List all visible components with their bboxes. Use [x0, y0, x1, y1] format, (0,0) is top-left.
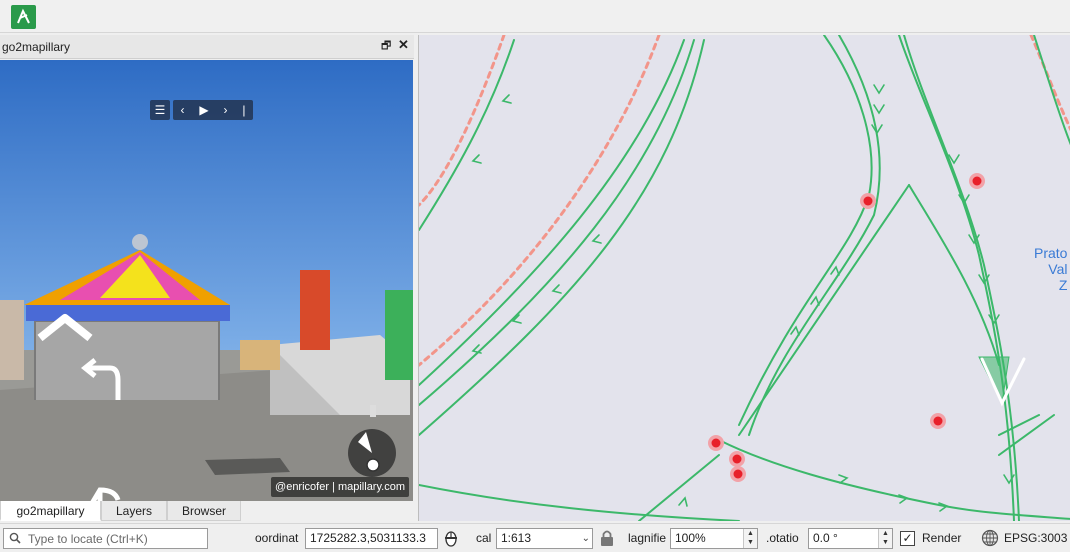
dock-title-bar: go2mapillary 🗗 ✕ — [0, 35, 414, 59]
scale-select[interactable]: 1:613 ⌄ — [496, 528, 593, 549]
status-bar: oordinat 1725282.3,5031133.3 cal 1:613 ⌄… — [0, 523, 1070, 552]
tab-browser[interactable]: Browser — [167, 501, 241, 521]
close-icon[interactable]: ✕ — [398, 38, 410, 52]
down-arrow-icon[interactable]: ▼ — [879, 538, 892, 547]
magnifier-spinner[interactable]: ▲ ▼ — [743, 529, 757, 548]
street-view-image[interactable]: ☰ ‹ ▶ › | @enricofer | mapillary.com — [0, 60, 413, 501]
viewer-menu-button[interactable]: ☰ — [150, 100, 170, 120]
magnifier-label: lagnifie — [628, 531, 667, 545]
dock-tab-bar: go2mapillary Layers Browser — [0, 501, 414, 521]
crs-button[interactable]: EPSG:3003 — [1004, 531, 1067, 545]
magnifier-value: 100% — [675, 531, 706, 545]
search-icon — [9, 532, 21, 544]
main-toolbar — [0, 0, 1070, 33]
globe-icon[interactable] — [981, 529, 999, 547]
viewer-sequence-controls: ‹ ▶ › | — [173, 100, 253, 120]
search-input[interactable] — [28, 531, 204, 547]
coordinate-label: oordinat — [255, 531, 299, 545]
down-arrow-icon[interactable]: ▼ — [744, 538, 757, 547]
tab-go2mapillary[interactable]: go2mapillary — [0, 501, 101, 521]
tab-layers[interactable]: Layers — [101, 501, 167, 521]
rotation-label: .otatio — [766, 531, 799, 545]
dock-title: go2mapillary — [2, 40, 71, 54]
place-label-line: Val — [1048, 261, 1068, 277]
float-window-icon[interactable]: 🗗 — [381, 39, 393, 53]
scale-label: cal — [476, 531, 492, 545]
coordinate-field[interactable]: 1725282.3,5031133.3 — [305, 528, 438, 549]
up-arrow-icon[interactable]: ▲ — [744, 529, 757, 538]
chevron-down-icon: ⌄ — [581, 533, 590, 544]
map-place-label: Prato Val Z — [1034, 245, 1067, 293]
rotation-field[interactable]: 0.0 ° ▲ ▼ — [808, 528, 893, 549]
map-canvas[interactable]: Prato Val Z — [418, 35, 1070, 521]
viewer-navigation: ☰ ‹ ▶ › | — [150, 100, 253, 120]
lock-icon[interactable] — [599, 529, 615, 547]
next-image-button[interactable]: › — [224, 100, 228, 120]
scale-value: 1:613 — [501, 531, 532, 545]
magnifier-field[interactable]: 100% ▲ ▼ — [670, 528, 758, 549]
place-label-line: Z — [1058, 277, 1068, 293]
mouse-icon[interactable] — [442, 529, 460, 547]
rotation-value: 0.0 ° — [813, 531, 838, 545]
render-label: Render — [922, 531, 962, 545]
rotation-spinner[interactable]: ▲ ▼ — [878, 529, 892, 548]
play-button[interactable]: ▶ — [199, 100, 208, 120]
locator-bar[interactable] — [3, 528, 208, 549]
mapillary-dock-panel: go2mapillary 🗗 ✕ ☰ ‹ ▶ › | @enricofer | … — [0, 35, 414, 521]
image-attribution[interactable]: @enricofer | mapillary.com — [271, 477, 409, 497]
place-label-line: Prato — [1034, 245, 1068, 261]
mapillary-plugin-icon[interactable] — [11, 5, 36, 29]
sequence-end-button[interactable]: | — [242, 100, 245, 120]
render-checkbox[interactable]: ✓ — [900, 531, 915, 546]
up-arrow-icon[interactable]: ▲ — [879, 529, 892, 538]
prev-image-button[interactable]: ‹ — [180, 100, 184, 120]
